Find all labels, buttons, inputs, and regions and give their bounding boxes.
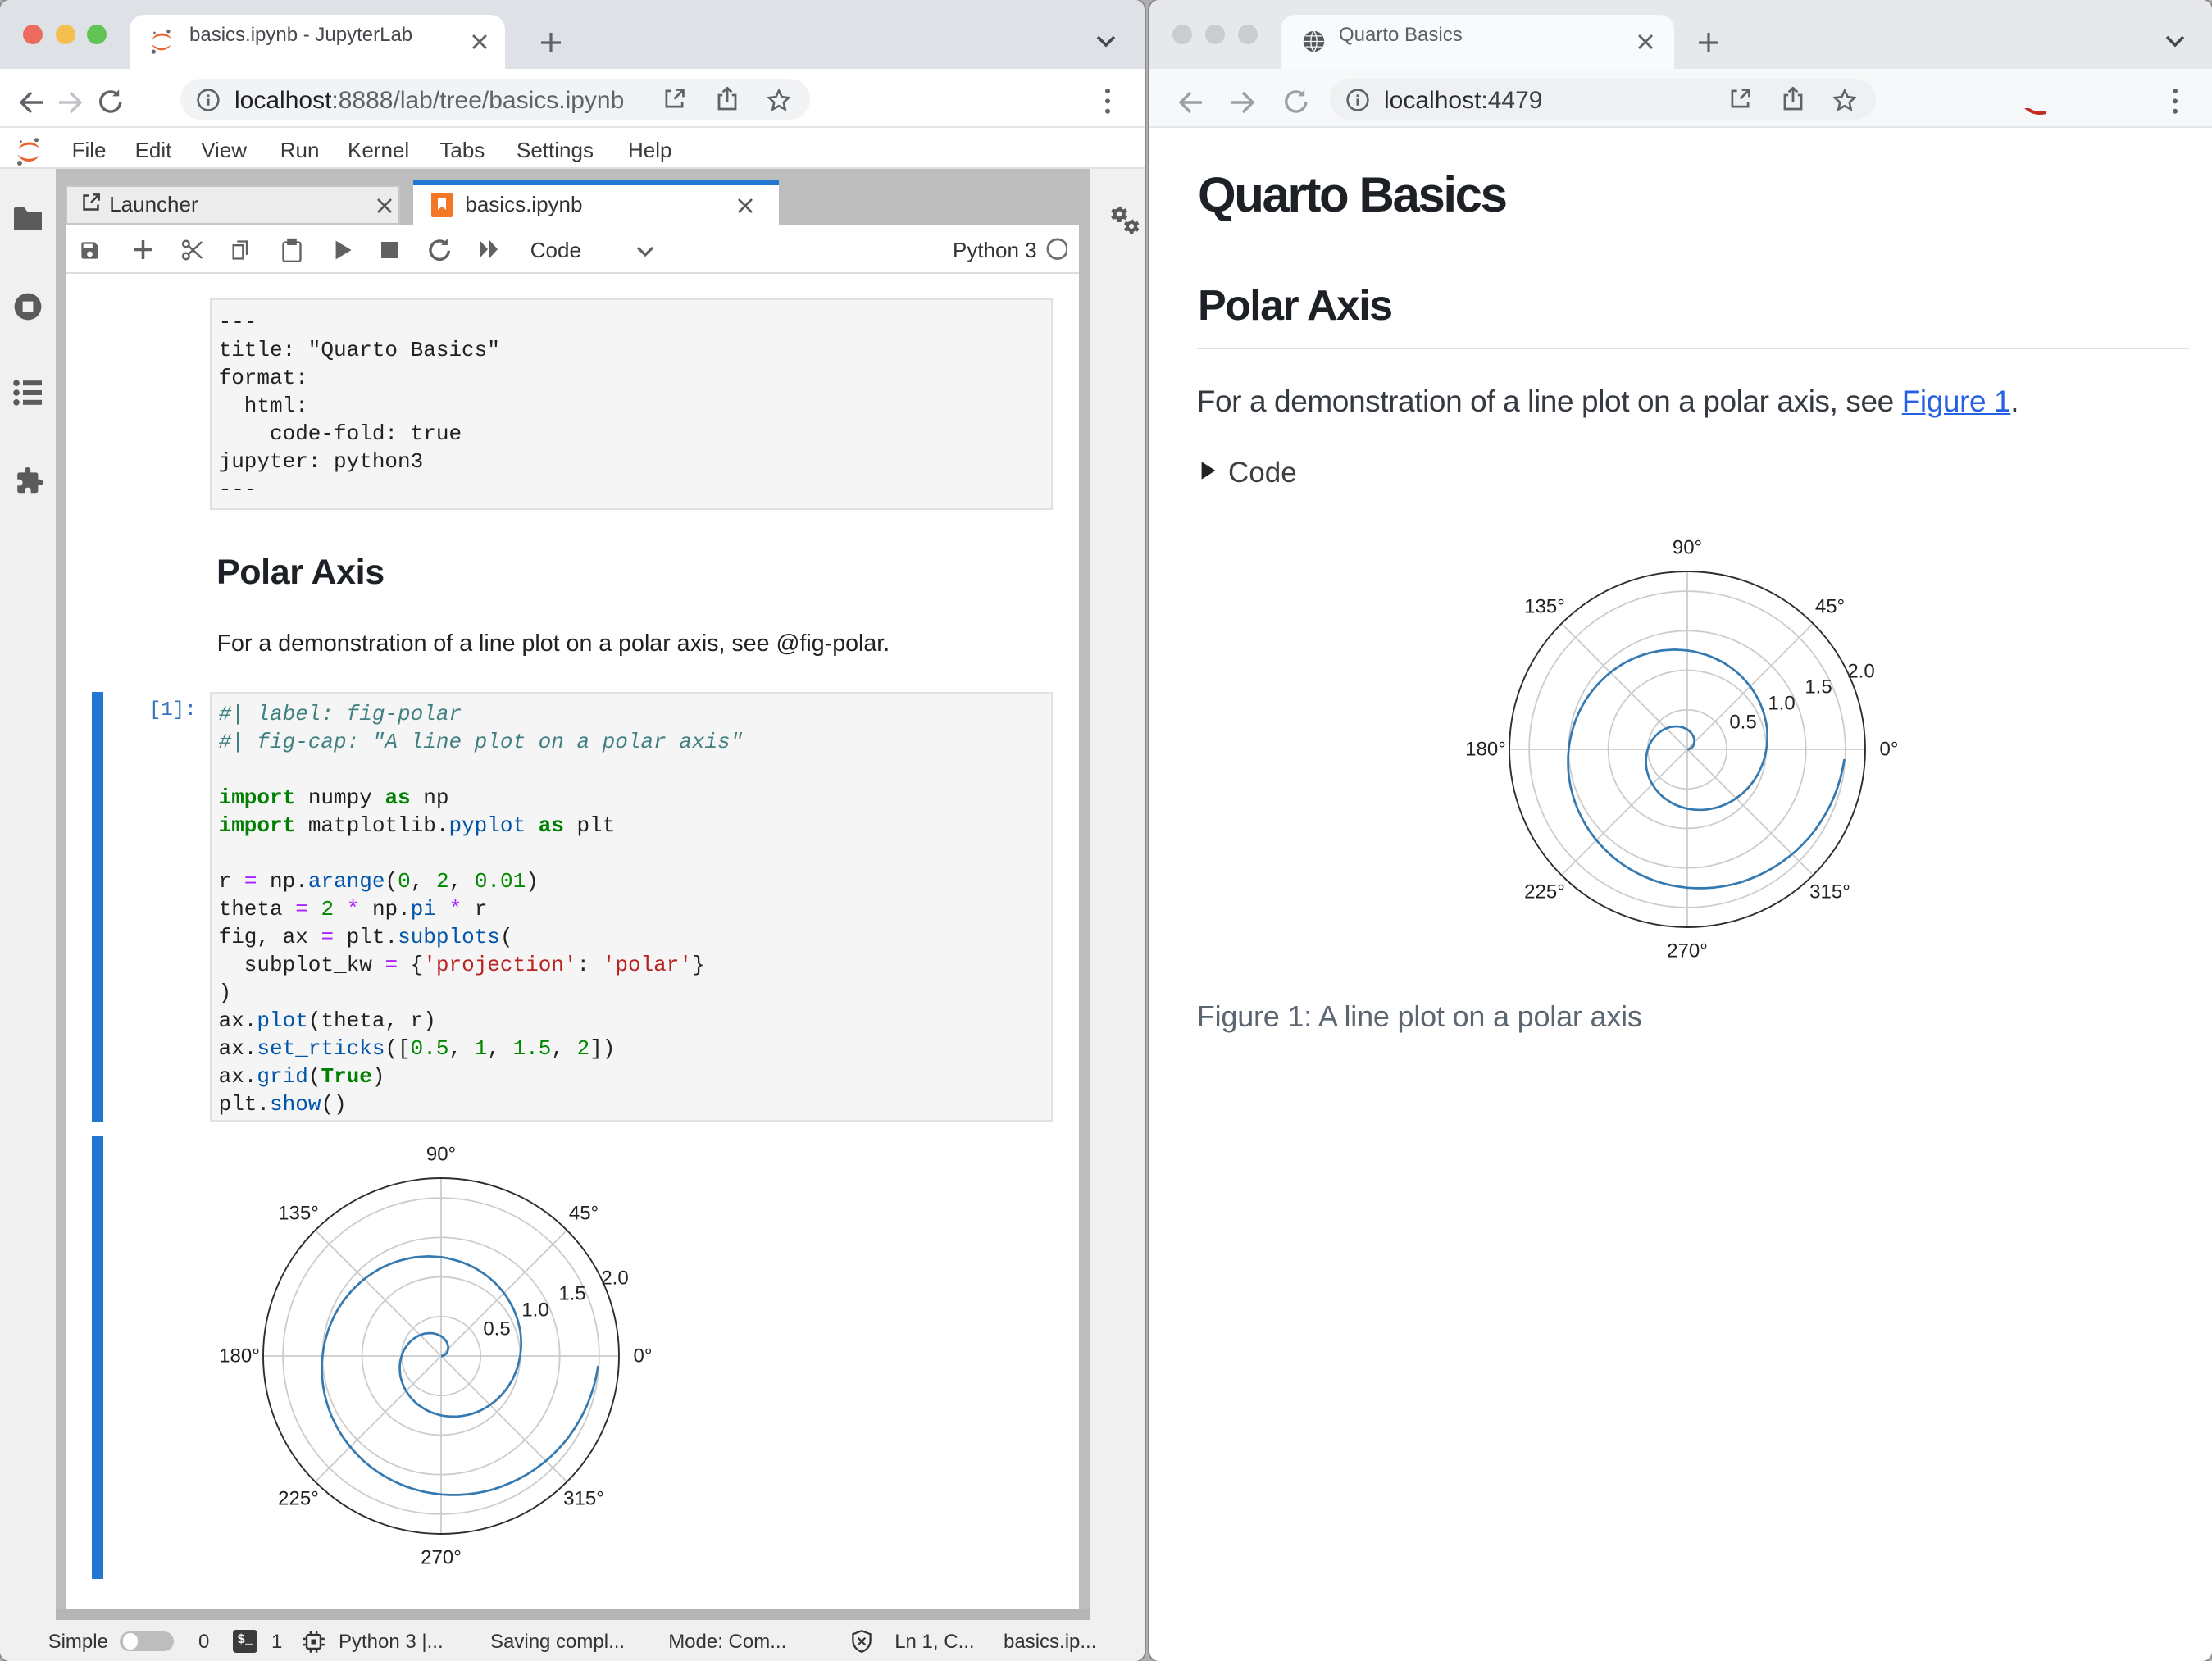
svg-text:90°: 90°: [426, 1144, 455, 1166]
svg-text:0°: 0°: [1879, 739, 1898, 761]
svg-text:45°: 45°: [568, 1203, 598, 1225]
svg-text:315°: 315°: [562, 1488, 603, 1510]
svg-text:270°: 270°: [420, 1547, 461, 1569]
svg-text:45°: 45°: [1814, 596, 1844, 618]
svg-text:0.5: 0.5: [1728, 712, 1755, 734]
svg-text:225°: 225°: [1523, 881, 1564, 903]
svg-text:315°: 315°: [1809, 881, 1850, 903]
svg-text:1.0: 1.0: [521, 1299, 548, 1322]
svg-text:1.5: 1.5: [558, 1283, 585, 1305]
svg-text:1.5: 1.5: [1804, 676, 1831, 699]
svg-text:225°: 225°: [277, 1488, 318, 1510]
svg-text:2.0: 2.0: [600, 1267, 627, 1290]
svg-text:270°: 270°: [1666, 940, 1707, 962]
svg-text:1.0: 1.0: [1767, 693, 1794, 715]
svg-text:0.5: 0.5: [482, 1318, 509, 1340]
svg-text:90°: 90°: [1672, 537, 1701, 559]
svg-text:2.0: 2.0: [1846, 661, 1873, 683]
svg-text:180°: 180°: [218, 1345, 259, 1367]
svg-text:135°: 135°: [277, 1203, 318, 1225]
svg-text:180°: 180°: [1464, 739, 1505, 761]
svg-text:0°: 0°: [633, 1345, 652, 1367]
svg-text:135°: 135°: [1523, 596, 1564, 618]
